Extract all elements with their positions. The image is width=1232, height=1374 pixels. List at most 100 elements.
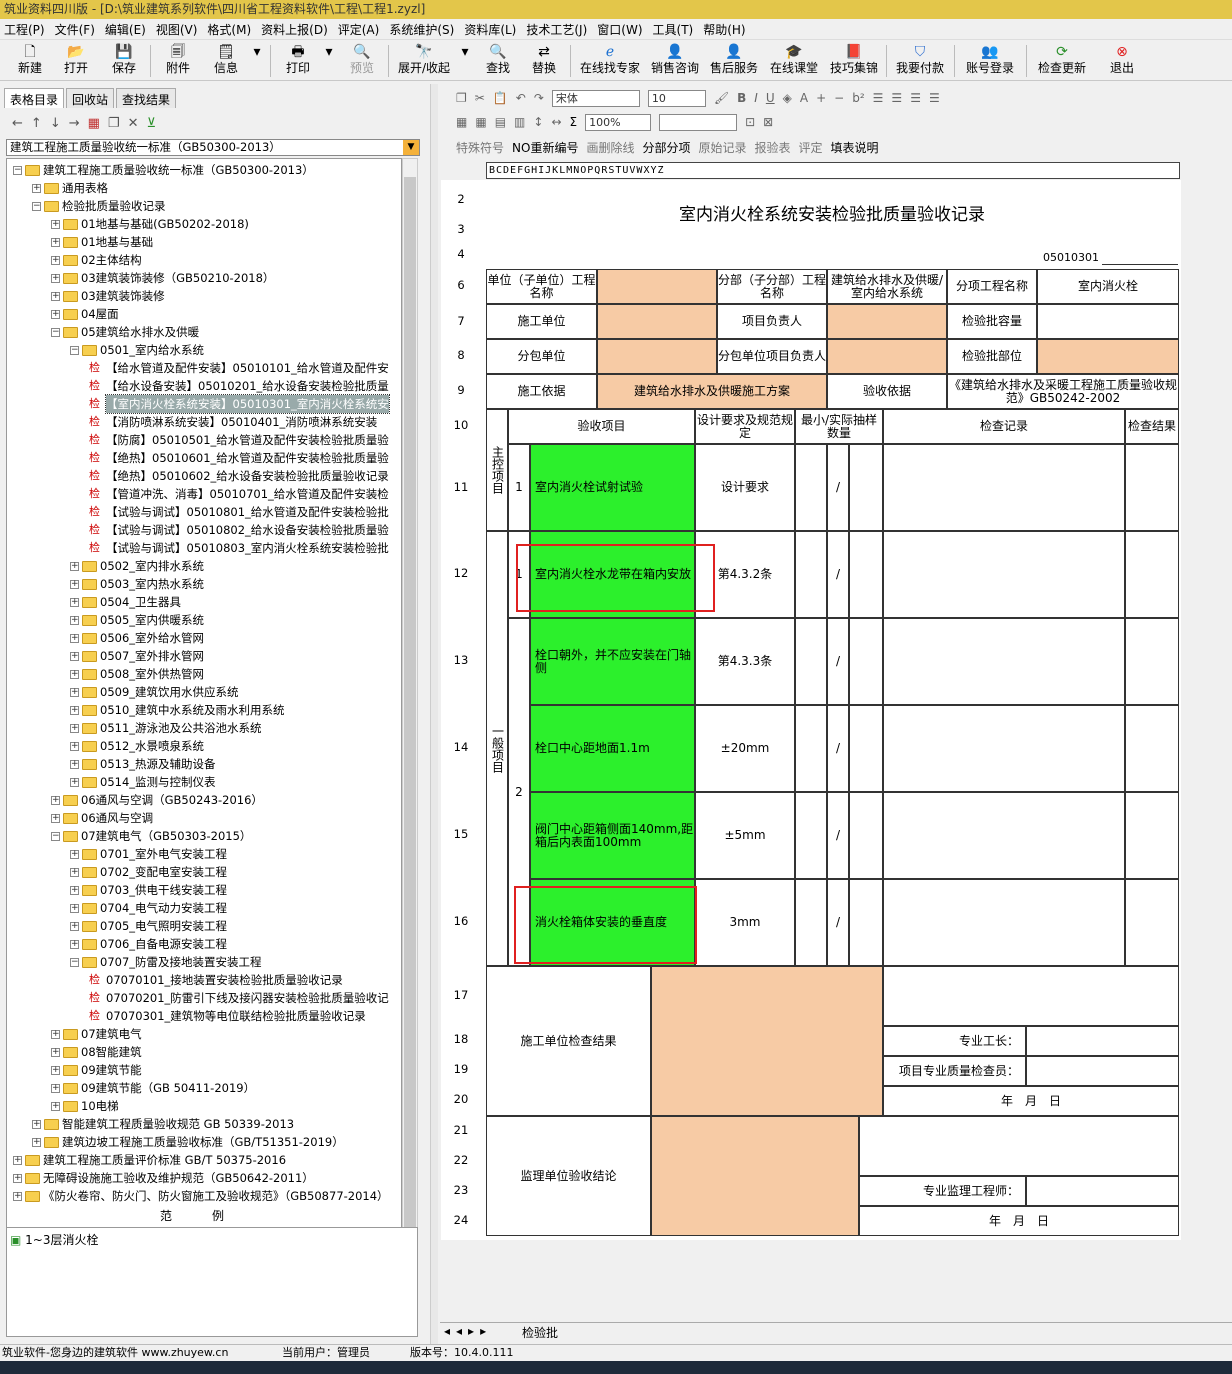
minus-icon[interactable]: −: [834, 91, 844, 105]
tree-item[interactable]: +0701_室外电气安装工程: [70, 845, 227, 863]
original-record-button[interactable]: 原始记录: [698, 139, 746, 156]
check-record[interactable]: [883, 531, 1125, 618]
menu-item[interactable]: 工具(T): [653, 21, 694, 38]
menu-item[interactable]: 帮助(H): [703, 21, 745, 38]
after-sales-button[interactable]: 👤 售后服务: [706, 43, 762, 79]
sales-consult-button[interactable]: 👤 销售咨询: [648, 43, 702, 79]
sigma-icon[interactable]: Σ: [570, 115, 578, 129]
tree-item[interactable]: +0511_游泳池及公共浴池水系统: [70, 719, 262, 737]
check-result[interactable]: [1125, 705, 1179, 792]
check-record[interactable]: [883, 705, 1125, 792]
expand-icon[interactable]: +: [70, 723, 79, 733]
subcontractor-value[interactable]: [597, 339, 717, 374]
tree-item[interactable]: +0502_室内排水系统: [70, 557, 204, 575]
pay-button[interactable]: ⛉ 我要付款: [892, 43, 948, 79]
subcontractor-label[interactable]: 分包单位: [486, 339, 597, 374]
grid-icon[interactable]: ▦: [475, 115, 486, 129]
tab-search-results[interactable]: 查找结果: [116, 88, 177, 108]
tab-inspection-lot[interactable]: 检验批: [522, 1324, 558, 1341]
tree-item[interactable]: +08智能建筑: [51, 1043, 142, 1061]
tree-item[interactable]: + 建筑边坡工程施工质量验收标准（GB/T51351-2019）: [32, 1133, 344, 1151]
collapse-icon[interactable]: −: [51, 831, 60, 841]
item-value[interactable]: 室内消火栓: [1037, 269, 1179, 304]
menu-item[interactable]: 技术工艺(J): [526, 21, 587, 38]
capacity-value[interactable]: [1037, 304, 1179, 339]
expand-icon[interactable]: +: [70, 903, 79, 913]
tree-item[interactable]: +0506_室外给水管网: [70, 629, 204, 647]
expand-icon[interactable]: +: [70, 705, 79, 715]
collapse-icon[interactable]: −: [51, 327, 60, 337]
tree-item[interactable]: 检【防腐】05010501_给水管道及配件安装检验批质量验: [89, 431, 389, 449]
requirement[interactable]: 设计要求: [695, 444, 795, 531]
filter-icon[interactable]: ⊻: [146, 116, 156, 131]
basis-value[interactable]: 建筑给水排水及供暖施工方案: [597, 374, 827, 409]
online-course-button[interactable]: 🎓 在线课堂: [766, 43, 822, 79]
plus-icon[interactable]: +: [816, 91, 826, 105]
expand-icon[interactable]: +: [51, 1047, 60, 1057]
standard-select[interactable]: 建筑工程施工质量验收统一标准（GB50300-2013） ▼: [6, 139, 420, 156]
pm-label[interactable]: 项目负责人: [717, 304, 827, 339]
col-width-icon[interactable]: ↔: [551, 115, 561, 129]
supervision-value[interactable]: [651, 1116, 859, 1236]
open-button[interactable]: 📂 打开: [60, 43, 92, 79]
min-qty[interactable]: [795, 531, 827, 618]
check-item[interactable]: 栓口朝外，并不应安装在门轴侧: [530, 618, 695, 705]
border-icon[interactable]: ⊡: [745, 115, 755, 129]
print-dropdown[interactable]: ▾: [322, 43, 336, 79]
menu-item[interactable]: 窗口(W): [597, 21, 642, 38]
tree-item[interactable]: − 07建筑电气（GB50303-2015）: [51, 827, 251, 845]
requirement[interactable]: 第4.3.3条: [695, 618, 795, 705]
capacity-label[interactable]: 检验批容量: [947, 304, 1037, 339]
tree-item[interactable]: +0705_电气照明安装工程: [70, 917, 227, 935]
form-code-blank[interactable]: [1102, 249, 1178, 265]
expand-icon[interactable]: +: [70, 867, 79, 877]
insert-row-icon[interactable]: ▤: [495, 115, 506, 129]
arrow-down-icon[interactable]: ↓: [50, 116, 61, 131]
expand-icon[interactable]: +: [51, 237, 60, 247]
tree-scrollbar[interactable]: [402, 158, 418, 1278]
expand-icon[interactable]: +: [51, 1101, 60, 1111]
sample-qty[interactable]: /: [827, 705, 849, 792]
tree-item[interactable]: +0514_监测与控制仪表: [70, 773, 216, 791]
tree-item[interactable]: 检【试验与调试】05010801_给水管道及配件安装检验批: [89, 503, 389, 521]
collapse-icon[interactable]: −: [13, 165, 22, 175]
tree-item[interactable]: +0706_自备电源安装工程: [70, 935, 227, 953]
tree-item[interactable]: +0504_卫生器具: [70, 593, 181, 611]
menu-item[interactable]: 格式(M): [207, 21, 251, 38]
expand-icon[interactable]: +: [32, 1119, 41, 1129]
tree-item[interactable]: 检【绝热】05010601_给水管道及配件安装检验批质量验: [89, 449, 389, 467]
tree-item[interactable]: +06通风与空调（GB50243-2016）: [51, 791, 263, 809]
tree-item[interactable]: +0510_建筑中水系统及雨水利用系统: [70, 701, 285, 719]
tab-table-catalog[interactable]: 表格目录: [4, 88, 65, 108]
expand-icon[interactable]: +: [13, 1155, 22, 1165]
tree-item[interactable]: + 建筑工程施工质量评价标准 GB/T 50375-2016: [13, 1151, 286, 1169]
panel-splitter[interactable]: [430, 84, 438, 1344]
report-button[interactable]: 报验表: [755, 139, 791, 156]
expand-collapse-button[interactable]: 🔭 展开/收起: [396, 43, 452, 79]
expand-icon[interactable]: +: [51, 1065, 60, 1075]
tree-item[interactable]: +0509_建筑饮用水供应系统: [70, 683, 239, 701]
zoom-select[interactable]: 100%: [585, 113, 652, 131]
justify-icon[interactable]: ☰: [929, 91, 940, 105]
tree-item[interactable]: +0512_水景喷泉系统: [70, 737, 204, 755]
redo-icon[interactable]: ↷: [534, 91, 544, 105]
check-item[interactable]: 室内消火栓试射试验: [530, 444, 695, 531]
tree-item[interactable]: +0703_供电干线安装工程: [70, 881, 227, 899]
expand-icon[interactable]: +: [70, 633, 79, 643]
italic-icon[interactable]: I: [754, 91, 758, 105]
check-record[interactable]: [883, 792, 1125, 879]
tips-button[interactable]: 📕 技巧集锦: [826, 43, 882, 79]
item-label[interactable]: 分项工程名称: [947, 269, 1037, 304]
tree-item[interactable]: − 检验批质量验收记录: [32, 197, 166, 215]
tree-item[interactable]: +09建筑节能（GB 50411-2019）: [51, 1079, 255, 1097]
tab-recycle-bin[interactable]: 回收站: [66, 88, 115, 108]
font-select[interactable]: 宋体: [551, 89, 640, 107]
menu-item[interactable]: 系统维护(S): [389, 21, 454, 38]
check-update-button[interactable]: ⟳ 检查更新: [1034, 43, 1090, 79]
tree-item[interactable]: +10电梯: [51, 1097, 119, 1115]
constr-value[interactable]: [597, 304, 717, 339]
tree-item[interactable]: + 无障碍设施施工验收及维护规范（GB50642-2011）: [13, 1169, 314, 1187]
tree-item[interactable]: 检【给水管道及配件安装】05010101_给水管道及配件安: [89, 359, 389, 377]
tree-item[interactable]: +04屋面: [51, 305, 119, 323]
menu-item[interactable]: 视图(V): [156, 21, 198, 38]
